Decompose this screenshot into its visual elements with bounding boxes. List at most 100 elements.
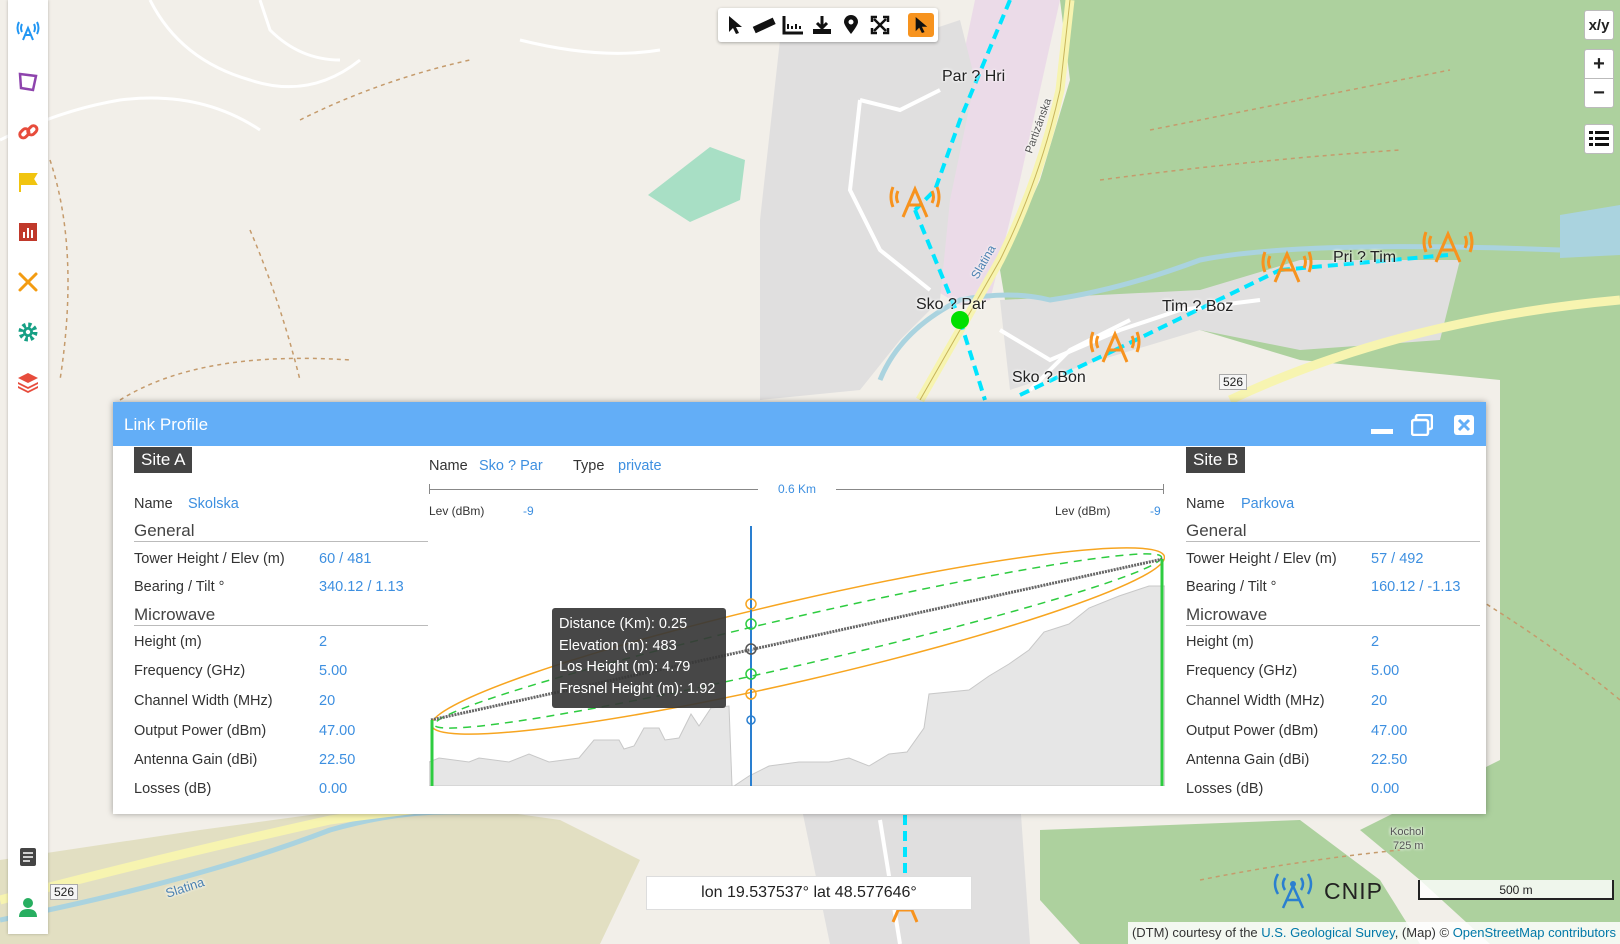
site-b-name-label: Name [1186,496,1225,512]
document-icon[interactable] [16,845,40,869]
select-icon[interactable] [908,13,934,37]
sidebar [8,0,48,934]
close-icon[interactable] [1453,414,1475,436]
site-a-losses-label: Losses (dB) [134,781,212,797]
peak-elevation: 725 m [1393,840,1424,852]
antenna-logo-icon [1273,873,1313,909]
site-a-gain-label: Antenna Gain (dBi) [134,752,258,768]
site-a-height: 2 [319,634,328,650]
site-b-general-heading: General [1186,521,1480,542]
site-b-channel-label: Channel Width (MHz) [1186,693,1325,709]
site-b-height-label: Height (m) [1186,634,1254,650]
chart-icon[interactable] [16,220,40,244]
site-b-name[interactable]: Parkova [1241,496,1294,512]
xy-coordinates-button[interactable]: x/y [1584,10,1614,40]
map-attribution: (DTM) courtesy of the U.S. Geological Su… [1127,922,1620,944]
map-toolbar [718,8,938,42]
distance-tick-right [1163,484,1164,494]
usgs-link[interactable]: U.S. Geological Survey [1261,925,1394,940]
tools-icon[interactable] [16,270,40,294]
site-a-bearing-label: Bearing / Tilt ° [134,579,225,595]
link-name[interactable]: Sko ? Par [479,458,543,474]
zoom-out-button[interactable]: − [1584,78,1614,108]
link-name-label: Name [429,458,468,474]
gear-icon[interactable] [16,320,40,344]
site-b-tower: 57 / 492 [1371,551,1424,567]
attribution-prefix: (DTM) courtesy of the [1131,925,1262,940]
site-a-frequency: 5.00 [319,663,348,679]
tooltip-fresnel-height: Fresnel Height (m): 1.92 [559,680,716,697]
link-label-sko-par: Sko ? Par [916,296,987,313]
link-profile-panel: Link Profile Site A Name Skolska General… [113,402,1486,814]
marker-icon[interactable] [839,13,863,37]
panel-header[interactable]: Link Profile [113,402,1486,446]
panel-title: Link Profile [124,415,209,434]
link-distance: 0.6 Km [758,482,837,496]
peak-label-kochol: Kochol [1390,826,1424,838]
site-b-bearing: 160.12 / -1.13 [1371,579,1461,595]
tooltip-los-height: Los Height (m): 4.79 [559,659,691,675]
link-type-label: Type [573,458,605,474]
site-a-name-label: Name [134,496,173,512]
site-a-tower-label: Tower Height / Elev (m) [134,551,285,567]
site-b-gain-label: Antenna Gain (dBi) [1186,752,1310,768]
site-a-height-label: Height (m) [134,634,202,650]
lev-right-label: Lev (dBm) [1055,504,1111,518]
minimize-icon[interactable] [1371,414,1393,436]
site-b-tower-label: Tower Height / Elev (m) [1186,551,1337,567]
site-a-tower: 60 / 481 [319,551,372,567]
antenna-icon[interactable] [16,20,40,44]
site-a-gain: 22.50 [319,752,356,768]
lev-left-label: Lev (dBm) [429,504,485,518]
layers-icon[interactable] [16,370,40,394]
download-icon[interactable] [810,13,834,37]
link-label-pri-tim: Pri ? Tim [1333,249,1397,266]
link-profile-chart[interactable] [429,526,1165,786]
list-icon [1589,131,1609,146]
site-b-channel: 20 [1371,693,1388,709]
distance-tick-left [429,484,430,494]
map-scale-bar: 500 m [1418,880,1614,900]
lev-right: -9 [1150,504,1161,518]
road-number-526: 526 [50,884,79,900]
site-b-losses-label: Losses (dB) [1186,781,1264,797]
ruler-icon[interactable] [752,13,776,37]
site-a-heading: Site A [134,447,193,473]
site-b-power: 47.00 [1371,723,1408,739]
link-type[interactable]: private [618,458,662,474]
site-a-power-label: Output Power (dBm) [134,723,267,739]
lev-left: -9 [523,504,534,518]
flag-icon[interactable] [16,170,40,194]
site-a-channel-label: Channel Width (MHz) [134,693,273,709]
osm-link[interactable]: OpenStreetMap contributors [1453,925,1616,940]
cursor-coordinates: lon 19.537537° lat 48.577646° [646,876,972,910]
profile-ruler-icon[interactable] [781,13,805,37]
tooltip-elevation: Elevation (m): 483 [559,637,677,654]
link-label-sko-bon: Sko ? Bon [1012,369,1086,386]
restore-icon[interactable] [1411,414,1433,436]
site-a-name[interactable]: Skolska [188,496,239,512]
site-a-power: 47.00 [319,723,356,739]
polygon-icon[interactable] [16,70,40,94]
logo-text: CNIP [1324,877,1383,904]
road-number-526: 526 [1219,374,1248,390]
zoom-in-button[interactable]: + [1584,49,1614,79]
site-a-bearing: 340.12 / 1.13 [319,579,404,595]
link-icon[interactable] [16,120,40,144]
site-a-frequency-label: Frequency (GHz) [134,663,246,679]
site-b-heading: Site B [1186,447,1246,473]
site-b-power-label: Output Power (dBm) [1186,723,1319,739]
site-b-frequency: 5.00 [1371,663,1400,679]
pointer-icon[interactable] [723,13,747,37]
link-label-par-hri: Par ? Hri [942,68,1006,85]
fullscreen-icon[interactable] [868,13,892,37]
tooltip-distance: Distance (Km): 0.25 [559,616,688,632]
site-b-frequency-label: Frequency (GHz) [1186,663,1298,679]
site-a-channel: 20 [319,693,336,709]
user-icon[interactable] [16,895,40,919]
site-b-gain: 22.50 [1371,752,1408,768]
site-b-losses: 0.00 [1371,781,1400,797]
site-a-general-heading: General [134,521,428,542]
layer-list-button[interactable] [1584,124,1614,154]
site-b-microwave-heading: Microwave [1186,605,1480,626]
